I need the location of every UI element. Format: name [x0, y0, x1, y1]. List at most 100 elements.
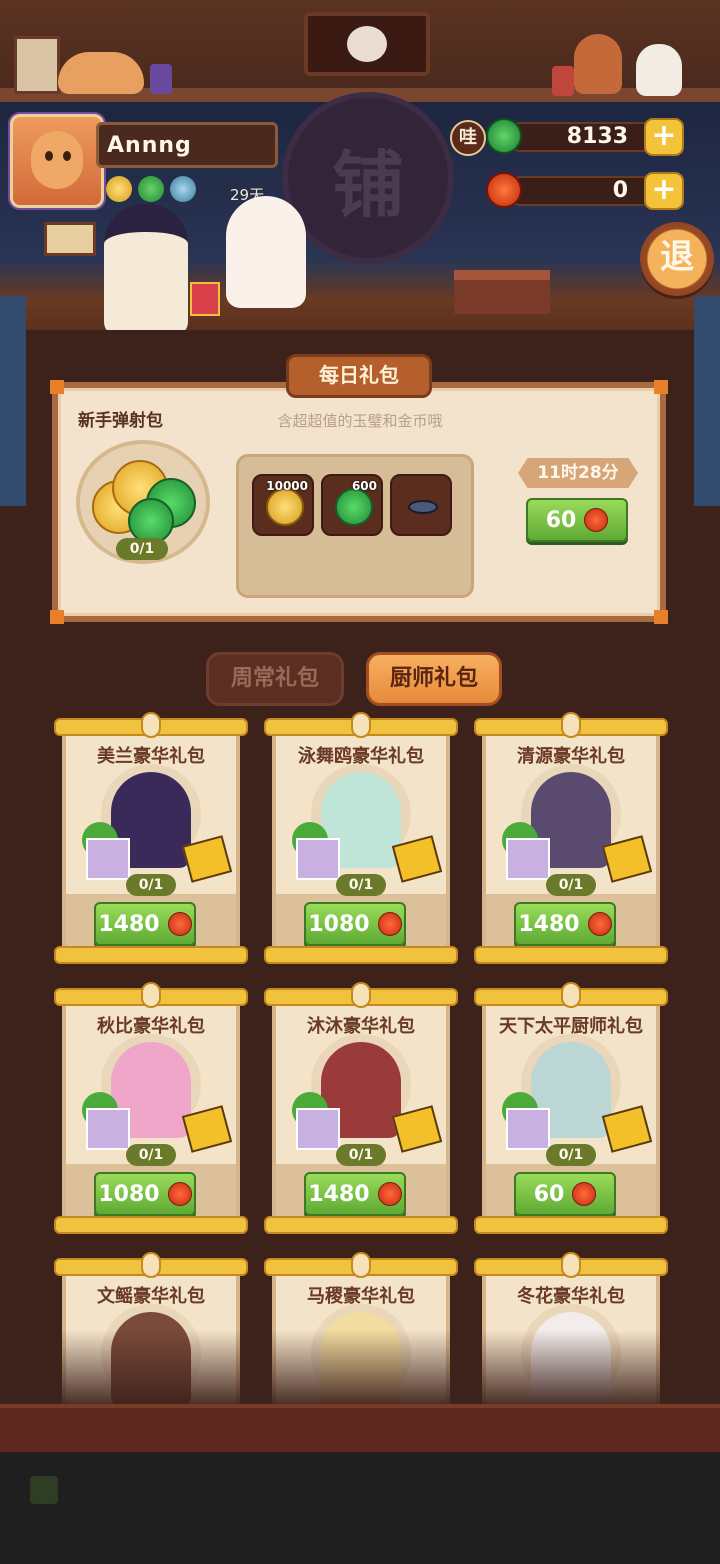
scroll-knob [561, 1252, 581, 1278]
reward-slot[interactable]: 600 [321, 474, 383, 536]
pack-progress: 0/1 [336, 874, 386, 896]
price-label: 60 [533, 1181, 565, 1207]
daily-pack-timer: 11时28分 [518, 458, 638, 488]
price-label: 1480 [308, 1181, 370, 1207]
scroll-rod [264, 1216, 458, 1234]
pack-card[interactable]: 清源豪华礼包 0/1 1480 [474, 712, 668, 964]
scroll-rod [264, 946, 458, 964]
chef-card-icon [86, 838, 130, 880]
apple-coin-icon [167, 912, 192, 936]
giftbox-icon[interactable] [190, 282, 220, 316]
avatar-face [31, 131, 83, 189]
price-label: 60 [545, 507, 577, 533]
pack-card[interactable]: 天下太平厨师礼包 0/1 60 [474, 982, 668, 1234]
bottom-rail [0, 1404, 720, 1456]
apple-coin-icon [572, 1182, 597, 1206]
pack-buy-button[interactable]: 1080 [94, 1172, 196, 1216]
scroll-knob [141, 1252, 161, 1278]
bottom-square-icon[interactable] [30, 1476, 58, 1504]
scroll-rod [54, 946, 248, 964]
chef-card-icon [296, 838, 340, 880]
reward-amount: 600 [351, 479, 377, 493]
white-cat-decoration [636, 44, 682, 96]
daily-pack-title: 新手弹射包 [78, 411, 163, 431]
avatar-eye [45, 151, 53, 161]
chef-card-icon [506, 1108, 550, 1150]
pack-card[interactable]: 泳舞鸥豪华礼包 0/1 1080 [264, 712, 458, 964]
coin-status-icon[interactable] [106, 176, 132, 202]
price-label: 1080 [98, 1181, 160, 1207]
daily-pack-description: 含超超值的玉璧和金币哦 [277, 412, 443, 430]
pack-buy-button[interactable]: 1480 [514, 902, 616, 946]
panel-corner [654, 380, 668, 394]
scroll-knob [351, 1252, 371, 1278]
doll-decoration [574, 34, 622, 94]
pack-card[interactable]: 沐沐豪华礼包 0/1 1480 [264, 982, 458, 1234]
scroll-knob [561, 982, 581, 1008]
jade-status-icon[interactable] [138, 176, 164, 202]
chef-card-icon [86, 1108, 130, 1150]
apple-coin-icon [587, 912, 612, 936]
player-name: Annng [96, 122, 278, 168]
add-jade-button[interactable]: + [644, 118, 684, 156]
reward-slot[interactable] [390, 474, 452, 536]
daily-pack-buy-button[interactable]: 60 [526, 498, 628, 542]
chef-character-left [104, 204, 188, 336]
pack-buy-button[interactable]: 60 [514, 1172, 616, 1216]
reward-slot[interactable]: 10000 [252, 474, 314, 536]
sleeping-cat-decoration [58, 52, 144, 94]
player-avatar[interactable] [10, 114, 104, 208]
wa-badge[interactable]: 哇 [450, 120, 486, 156]
avatar-eye [63, 151, 71, 161]
jar-decoration [150, 64, 172, 94]
price-label: 1480 [98, 911, 160, 937]
scroll-rod [474, 1216, 668, 1234]
pack-progress: 0/1 [126, 874, 176, 896]
add-apple-button[interactable]: + [644, 172, 684, 210]
owl-portrait-icon [347, 26, 387, 62]
pack-progress: 0/1 [126, 1144, 176, 1166]
tab-weekly-packs[interactable]: 周常礼包 [206, 652, 344, 706]
pack-progress: 0/1 [546, 874, 596, 896]
pack-buy-button[interactable]: 1480 [304, 1172, 406, 1216]
pack-card[interactable]: 美兰豪华礼包 0/1 1480 [54, 712, 248, 964]
daily-pack-banner: 每日礼包 [286, 354, 432, 398]
scroll-rod [54, 1216, 248, 1234]
shop-emblem: 铺 [282, 92, 454, 264]
candle-decoration [44, 222, 96, 256]
apple-coin-icon [584, 508, 609, 532]
exit-button[interactable]: 退 [640, 222, 714, 296]
chef-card-icon [506, 838, 550, 880]
chef-character-right [226, 196, 306, 308]
scroll-knob [351, 712, 371, 738]
panel-corner [50, 610, 64, 624]
pack-card[interactable]: 秋比豪华礼包 0/1 1080 [54, 982, 248, 1234]
hanging-sign [304, 12, 430, 76]
jade-disc-icon [486, 118, 522, 154]
pack-buy-button[interactable]: 1080 [304, 902, 406, 946]
scroll-knob [561, 712, 581, 738]
reward-amount: 10000 [266, 479, 308, 493]
scroll-rod [474, 946, 668, 964]
fish-status-icon[interactable] [170, 176, 196, 202]
tab-chef-packs[interactable]: 厨师礼包 [366, 652, 502, 706]
price-label: 1080 [308, 911, 370, 937]
bottom-bar [0, 1452, 720, 1564]
price-label: 1480 [518, 911, 580, 937]
pack-progress: 0/1 [546, 1144, 596, 1166]
pack-progress: 0/1 [336, 1144, 386, 1166]
scroll-knob [141, 982, 161, 1008]
jar-decoration [552, 66, 574, 96]
panel-corner [50, 380, 64, 394]
inkstone-icon [408, 500, 438, 514]
apple-currency: 0 + [486, 172, 686, 210]
pack-buy-button[interactable]: 1480 [94, 902, 196, 946]
apple-coin-icon [377, 912, 402, 936]
jade-disc-icon [335, 488, 373, 526]
side-curtain-left [0, 296, 26, 506]
panel-corner [654, 610, 668, 624]
status-icons [106, 176, 196, 202]
side-curtain-right [694, 296, 720, 506]
apple-coin-icon [486, 172, 522, 208]
daily-pack-progress: 0/1 [116, 538, 168, 560]
